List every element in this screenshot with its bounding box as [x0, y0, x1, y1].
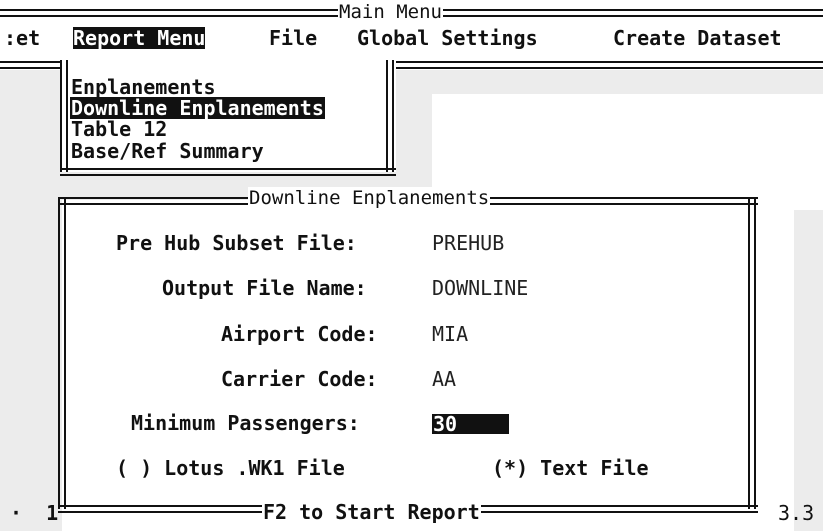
- lotus-radio[interactable]: ( ) Lotus .WK1 File: [116, 457, 345, 479]
- carrier-code-label: Carrier Code:: [221, 367, 378, 391]
- background-text-right: 3.3: [778, 501, 815, 525]
- report-menu-dropdown: Enplanements Downline Enplanements Table…: [60, 60, 396, 176]
- min-passengers-label: Minimum Passengers:: [131, 411, 360, 435]
- airport-code-field[interactable]: MIA: [432, 323, 468, 345]
- text-file-radio-marker[interactable]: (*): [492, 456, 528, 480]
- min-passengers-field[interactable]: 30: [432, 413, 509, 435]
- dropdown-item-enplanements[interactable]: Enplanements: [70, 76, 217, 98]
- dropdown-border-left: [60, 60, 68, 172]
- dropdown-border-right: [386, 60, 394, 172]
- dialog-border-right: [748, 197, 756, 509]
- airport-code-label: Airport Code:: [221, 322, 378, 346]
- lotus-radio-label: Lotus .WK1 File: [164, 456, 345, 480]
- dropdown-item-table-12[interactable]: Table 12: [70, 118, 168, 140]
- prehub-label: Pre Hub Subset File:: [116, 231, 357, 255]
- menu-item-report-menu[interactable]: Report Menu: [73, 27, 206, 49]
- dialog-footer-hint: F2 to Start Report: [262, 500, 481, 524]
- output-file-label: Output File Name:: [162, 276, 367, 300]
- menu-item-file[interactable]: File: [269, 27, 317, 49]
- text-file-radio[interactable]: (*) Text File: [492, 457, 649, 479]
- dialog-border-left: [58, 197, 66, 509]
- text-file-radio-label: Text File: [540, 456, 649, 480]
- dialog-title: Downline Enplanements: [248, 187, 491, 209]
- min-passengers-value[interactable]: 30: [432, 414, 509, 434]
- dropdown-border-bottom: [60, 168, 396, 176]
- dropdown-item-base-ref-summary[interactable]: Base/Ref Summary: [70, 140, 265, 162]
- downline-enplanements-dialog: Downline Enplanements Pre Hub Subset Fil…: [58, 187, 758, 527]
- output-file-field[interactable]: DOWNLINE: [432, 277, 528, 299]
- main-menu-title: Main Menu: [338, 1, 443, 23]
- prehub-field[interactable]: PREHUB: [432, 232, 504, 254]
- lotus-radio-marker[interactable]: ( ): [116, 456, 152, 480]
- menu-item-create-dataset[interactable]: Create Dataset: [613, 27, 782, 49]
- background-text-left: · 1: [10, 501, 59, 525]
- dropdown-item-downline-enplanements[interactable]: Downline Enplanements: [70, 97, 325, 119]
- carrier-code-field[interactable]: AA: [432, 368, 456, 390]
- menu-item-global-settings[interactable]: Global Settings: [357, 27, 538, 49]
- menu-item-dataset-partial[interactable]: :et: [4, 27, 40, 49]
